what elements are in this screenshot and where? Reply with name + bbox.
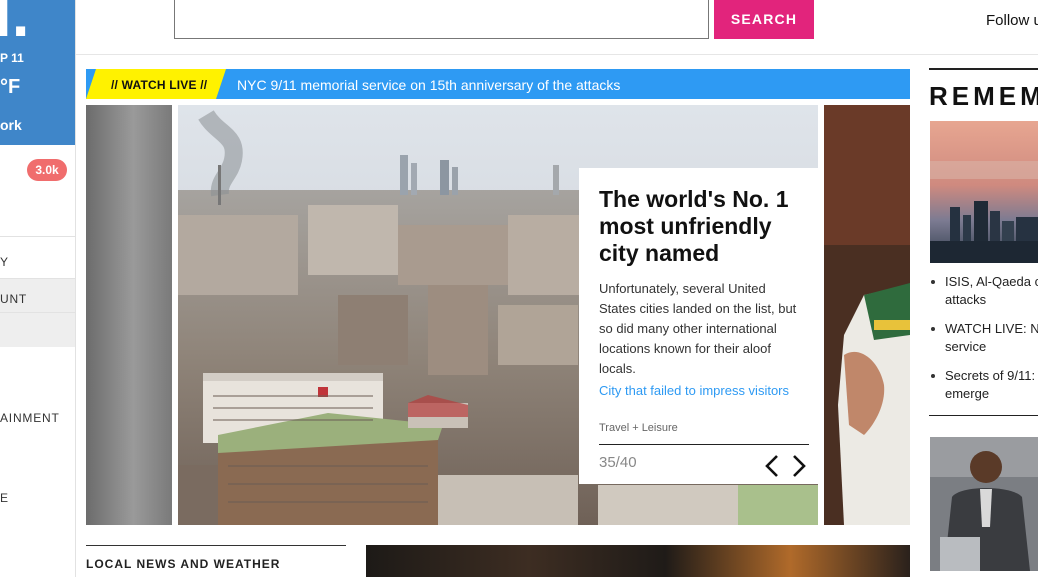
sidebar-item-3[interactable] — [0, 313, 75, 347]
chevron-right-icon[interactable] — [790, 453, 808, 479]
slide-description: Unfortunately, several United States cit… — [599, 281, 797, 376]
rail-story-item[interactable]: Secrets of 9/11: emerge — [929, 367, 1038, 403]
rail-story-line2[interactable]: emerge — [945, 386, 989, 401]
sidebar-item-4[interactable]: AINMENT — [0, 411, 75, 425]
top-header: SEARCH Follow u — [76, 0, 1038, 55]
slide-related-link[interactable]: City that failed to impress visitors — [599, 383, 799, 398]
site-logo[interactable]: l. — [0, 0, 30, 46]
watch-live-headline[interactable]: NYC 9/11 memorial service on 15th annive… — [237, 77, 620, 93]
share-count-badge[interactable]: 3.0k — [27, 159, 67, 181]
watch-live-banner[interactable]: // WATCH LIVE // NYC 9/11 memorial servi… — [86, 69, 910, 99]
left-sidebar: l. P 11 °F ork 3.0k Y UNT AINMENT E — [0, 0, 76, 577]
rail-story-item[interactable]: ISIS, Al-Qaeda c attacks — [929, 273, 1038, 309]
sidebar-divider — [0, 236, 75, 237]
sidebar-item-1[interactable]: Y — [0, 255, 75, 269]
rail-person-image[interactable] — [930, 437, 1038, 571]
rail-heading: REMEMB — [929, 81, 1038, 111]
rail-story-line2[interactable]: service — [945, 339, 986, 354]
rail-skyline-image[interactable] — [930, 121, 1038, 263]
carousel-next-slide-preview[interactable] — [824, 105, 910, 525]
current-date: P 11 — [0, 51, 24, 65]
current-city[interactable]: ork — [0, 117, 22, 133]
skyline-sunset-illustration — [930, 121, 1038, 263]
watch-live-tag: // WATCH LIVE // — [86, 69, 226, 99]
sidebar-item-2[interactable]: UNT — [0, 279, 75, 312]
rail-top-rule — [929, 68, 1038, 70]
follow-us-label[interactable]: Follow u — [986, 12, 1038, 29]
carousel-prev-slide-preview[interactable] — [86, 105, 172, 525]
sidebar-item-5[interactable]: E — [0, 491, 75, 505]
rail-story-line2[interactable]: attacks — [945, 292, 986, 307]
caption-divider — [599, 444, 809, 445]
rail-story-line1[interactable]: WATCH LIVE: N — [945, 321, 1038, 336]
search-button[interactable]: SEARCH — [714, 0, 814, 39]
person-seated-illustration — [930, 437, 1038, 571]
local-news-heading[interactable]: LOCAL NEWS AND WEATHER — [86, 545, 346, 571]
bottom-story-image[interactable] — [366, 545, 910, 577]
watch-live-tag-text: // WATCH LIVE // — [111, 78, 208, 92]
page: l. P 11 °F ork 3.0k Y UNT AINMENT E SEAR… — [0, 0, 1038, 577]
carousel-caption-card: The world's No. 1 most unfriendly city n… — [579, 168, 819, 484]
rail-bottom-rule — [929, 415, 1038, 416]
rail-story-line1[interactable]: Secrets of 9/11: — [945, 368, 1035, 383]
chevron-left-icon[interactable] — [763, 453, 781, 479]
slide-source: Travel + Leisure — [599, 422, 678, 434]
rail-story-item[interactable]: WATCH LIVE: N service — [929, 320, 1038, 356]
slide-title[interactable]: The world's No. 1 most unfriendly city n… — [599, 186, 799, 267]
site-logo-block[interactable]: l. P 11 °F ork — [0, 0, 75, 145]
next-slide-illustration — [824, 105, 910, 525]
rail-story-line1[interactable]: ISIS, Al-Qaeda c — [945, 274, 1038, 289]
slide-pager: 35/40 — [599, 454, 637, 471]
search-input[interactable] — [174, 0, 709, 39]
rail-story-list: ISIS, Al-Qaeda c attacks WATCH LIVE: N ser… — [929, 273, 1038, 414]
current-temperature: °F — [0, 76, 21, 98]
